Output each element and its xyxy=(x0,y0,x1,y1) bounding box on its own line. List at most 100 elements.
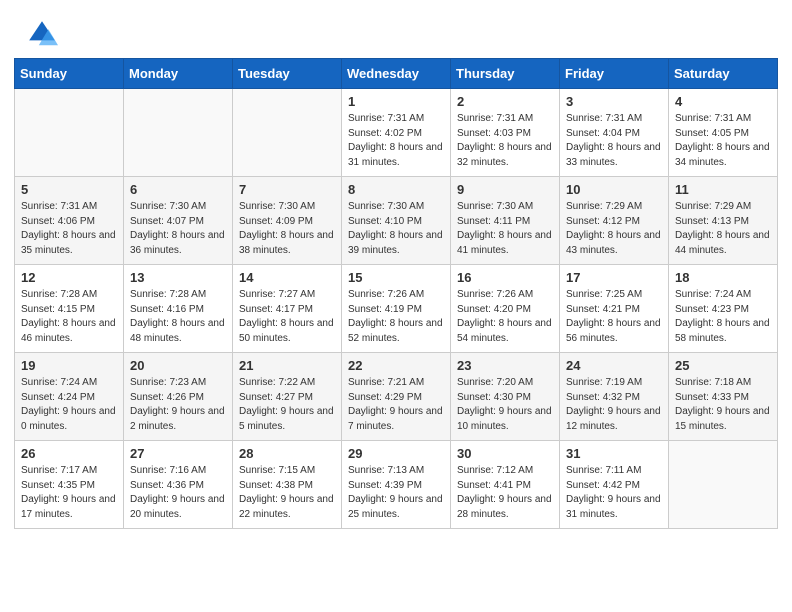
day-number: 15 xyxy=(348,270,444,285)
day-number: 7 xyxy=(239,182,335,197)
day-number: 12 xyxy=(21,270,117,285)
day-info: Sunrise: 7:31 AM Sunset: 4:03 PM Dayligh… xyxy=(457,112,553,170)
day-cell xyxy=(15,89,124,177)
day-number: 1 xyxy=(348,94,444,109)
day-info: Sunrise: 7:13 AM Sunset: 4:39 PM Dayligh… xyxy=(348,464,444,522)
day-info: Sunrise: 7:18 AM Sunset: 4:33 PM Dayligh… xyxy=(675,376,771,434)
calendar-wrapper: SundayMondayTuesdayWednesdayThursdayFrid… xyxy=(0,58,792,543)
day-number: 10 xyxy=(566,182,662,197)
day-cell: 19 Sunrise: 7:24 AM Sunset: 4:24 PM Dayli… xyxy=(15,353,124,441)
header-thursday: Thursday xyxy=(451,59,560,89)
day-info: Sunrise: 7:31 AM Sunset: 4:05 PM Dayligh… xyxy=(675,112,771,170)
logo xyxy=(22,18,58,50)
day-info: Sunrise: 7:26 AM Sunset: 4:20 PM Dayligh… xyxy=(457,288,553,346)
day-number: 31 xyxy=(566,446,662,461)
day-number: 17 xyxy=(566,270,662,285)
day-number: 23 xyxy=(457,358,553,373)
day-info: Sunrise: 7:27 AM Sunset: 4:17 PM Dayligh… xyxy=(239,288,335,346)
day-info: Sunrise: 7:31 AM Sunset: 4:06 PM Dayligh… xyxy=(21,200,117,258)
day-info: Sunrise: 7:23 AM Sunset: 4:26 PM Dayligh… xyxy=(130,376,226,434)
day-cell: 29 Sunrise: 7:13 AM Sunset: 4:39 PM Dayli… xyxy=(342,441,451,529)
day-cell: 2 Sunrise: 7:31 AM Sunset: 4:03 PM Daylig… xyxy=(451,89,560,177)
day-number: 3 xyxy=(566,94,662,109)
week-row-2: 12 Sunrise: 7:28 AM Sunset: 4:15 PM Dayli… xyxy=(15,265,778,353)
day-number: 2 xyxy=(457,94,553,109)
day-info: Sunrise: 7:28 AM Sunset: 4:15 PM Dayligh… xyxy=(21,288,117,346)
day-info: Sunrise: 7:24 AM Sunset: 4:23 PM Dayligh… xyxy=(675,288,771,346)
day-cell: 16 Sunrise: 7:26 AM Sunset: 4:20 PM Dayli… xyxy=(451,265,560,353)
day-number: 29 xyxy=(348,446,444,461)
day-cell: 27Sunrise: 7:16 AM Sunset: 4:36 PM Dayli… xyxy=(124,441,233,529)
week-row-3: 19 Sunrise: 7:24 AM Sunset: 4:24 PM Dayli… xyxy=(15,353,778,441)
day-cell: 8 Sunrise: 7:30 AM Sunset: 4:10 PM Daylig… xyxy=(342,177,451,265)
day-info: Sunrise: 7:31 AM Sunset: 4:04 PM Dayligh… xyxy=(566,112,662,170)
day-cell: 30 Sunrise: 7:12 AM Sunset: 4:41 PM Dayli… xyxy=(451,441,560,529)
day-cell: 20 Sunrise: 7:23 AM Sunset: 4:26 PM Dayli… xyxy=(124,353,233,441)
day-number: 9 xyxy=(457,182,553,197)
day-info: Sunrise: 7:29 AM Sunset: 4:12 PM Dayligh… xyxy=(566,200,662,258)
day-cell: 21Sunrise: 7:22 AM Sunset: 4:27 PM Dayli… xyxy=(233,353,342,441)
day-cell: 18 Sunrise: 7:24 AM Sunset: 4:23 PM Dayli… xyxy=(669,265,778,353)
day-cell: 12 Sunrise: 7:28 AM Sunset: 4:15 PM Dayli… xyxy=(15,265,124,353)
day-number: 26 xyxy=(21,446,117,461)
day-number: 16 xyxy=(457,270,553,285)
day-cell: 15 Sunrise: 7:26 AM Sunset: 4:19 PM Dayli… xyxy=(342,265,451,353)
week-row-1: 5Sunrise: 7:31 AM Sunset: 4:06 PM Daylig… xyxy=(15,177,778,265)
day-cell: 14Sunrise: 7:27 AM Sunset: 4:17 PM Dayli… xyxy=(233,265,342,353)
day-info: Sunrise: 7:30 AM Sunset: 4:11 PM Dayligh… xyxy=(457,200,553,258)
header-friday: Friday xyxy=(560,59,669,89)
day-info: Sunrise: 7:30 AM Sunset: 4:10 PM Dayligh… xyxy=(348,200,444,258)
day-cell: 31Sunrise: 7:11 AM Sunset: 4:42 PM Dayli… xyxy=(560,441,669,529)
day-info: Sunrise: 7:12 AM Sunset: 4:41 PM Dayligh… xyxy=(457,464,553,522)
day-cell: 26 Sunrise: 7:17 AM Sunset: 4:35 PM Dayli… xyxy=(15,441,124,529)
day-cell: 3 Sunrise: 7:31 AM Sunset: 4:04 PM Daylig… xyxy=(560,89,669,177)
day-info: Sunrise: 7:24 AM Sunset: 4:24 PM Dayligh… xyxy=(21,376,117,434)
day-cell: 9 Sunrise: 7:30 AM Sunset: 4:11 PM Daylig… xyxy=(451,177,560,265)
day-info: Sunrise: 7:19 AM Sunset: 4:32 PM Dayligh… xyxy=(566,376,662,434)
header-tuesday: Tuesday xyxy=(233,59,342,89)
day-info: Sunrise: 7:26 AM Sunset: 4:19 PM Dayligh… xyxy=(348,288,444,346)
week-row-0: 1 Sunrise: 7:31 AM Sunset: 4:02 PM Daylig… xyxy=(15,89,778,177)
day-number: 25 xyxy=(675,358,771,373)
day-number: 30 xyxy=(457,446,553,461)
day-cell xyxy=(233,89,342,177)
day-info: Sunrise: 7:20 AM Sunset: 4:30 PM Dayligh… xyxy=(457,376,553,434)
day-cell: 24 Sunrise: 7:19 AM Sunset: 4:32 PM Dayli… xyxy=(560,353,669,441)
day-number: 8 xyxy=(348,182,444,197)
day-cell: 13 Sunrise: 7:28 AM Sunset: 4:16 PM Dayli… xyxy=(124,265,233,353)
logo-icon xyxy=(26,18,58,50)
day-info: Sunrise: 7:30 AM Sunset: 4:07 PM Dayligh… xyxy=(130,200,226,258)
day-cell: 23 Sunrise: 7:20 AM Sunset: 4:30 PM Dayli… xyxy=(451,353,560,441)
page-header xyxy=(0,0,792,58)
day-cell: 7Sunrise: 7:30 AM Sunset: 4:09 PM Daylig… xyxy=(233,177,342,265)
day-number: 24 xyxy=(566,358,662,373)
day-cell: 4 Sunrise: 7:31 AM Sunset: 4:05 PM Daylig… xyxy=(669,89,778,177)
day-cell: 22Sunrise: 7:21 AM Sunset: 4:29 PM Dayli… xyxy=(342,353,451,441)
day-number: 11 xyxy=(675,182,771,197)
day-number: 20 xyxy=(130,358,226,373)
day-cell: 6 Sunrise: 7:30 AM Sunset: 4:07 PM Daylig… xyxy=(124,177,233,265)
day-number: 13 xyxy=(130,270,226,285)
day-cell: 17Sunrise: 7:25 AM Sunset: 4:21 PM Dayli… xyxy=(560,265,669,353)
calendar-header-row: SundayMondayTuesdayWednesdayThursdayFrid… xyxy=(15,59,778,89)
day-number: 21 xyxy=(239,358,335,373)
day-number: 4 xyxy=(675,94,771,109)
day-info: Sunrise: 7:16 AM Sunset: 4:36 PM Dayligh… xyxy=(130,464,226,522)
day-cell: 25 Sunrise: 7:18 AM Sunset: 4:33 PM Dayli… xyxy=(669,353,778,441)
day-info: Sunrise: 7:28 AM Sunset: 4:16 PM Dayligh… xyxy=(130,288,226,346)
header-sunday: Sunday xyxy=(15,59,124,89)
day-info: Sunrise: 7:29 AM Sunset: 4:13 PM Dayligh… xyxy=(675,200,771,258)
day-number: 19 xyxy=(21,358,117,373)
day-number: 6 xyxy=(130,182,226,197)
header-monday: Monday xyxy=(124,59,233,89)
day-number: 18 xyxy=(675,270,771,285)
header-wednesday: Wednesday xyxy=(342,59,451,89)
day-cell xyxy=(124,89,233,177)
day-info: Sunrise: 7:17 AM Sunset: 4:35 PM Dayligh… xyxy=(21,464,117,522)
day-cell: 10 Sunrise: 7:29 AM Sunset: 4:12 PM Dayli… xyxy=(560,177,669,265)
day-number: 22 xyxy=(348,358,444,373)
day-info: Sunrise: 7:15 AM Sunset: 4:38 PM Dayligh… xyxy=(239,464,335,522)
day-cell: 5Sunrise: 7:31 AM Sunset: 4:06 PM Daylig… xyxy=(15,177,124,265)
day-info: Sunrise: 7:31 AM Sunset: 4:02 PM Dayligh… xyxy=(348,112,444,170)
calendar-body: 1 Sunrise: 7:31 AM Sunset: 4:02 PM Daylig… xyxy=(15,89,778,529)
